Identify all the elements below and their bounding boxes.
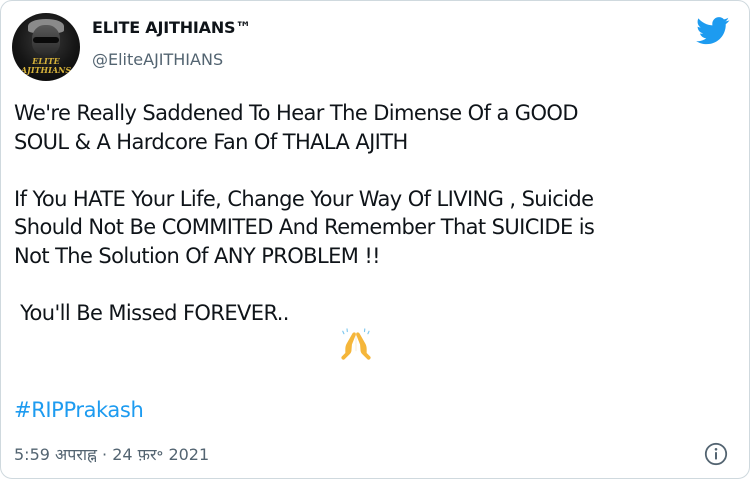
- tweet-text: We're Really Saddened To Hear The Dimens…: [14, 101, 595, 325]
- hashtag-link[interactable]: #RIPPrakash: [14, 398, 144, 422]
- avatar[interactable]: ELITE AJITHIANS: [12, 13, 80, 81]
- tweet-card[interactable]: ELITE AJITHIANS ELITE AJITHIANS™ @EliteA…: [0, 0, 750, 479]
- info-icon[interactable]: [704, 442, 728, 466]
- author-handle[interactable]: @EliteAJITHIANS: [92, 50, 223, 69]
- twitter-bird-icon[interactable]: [696, 17, 730, 45]
- avatar-glasses: [33, 37, 59, 43]
- author-display-name[interactable]: ELITE AJITHIANS™: [92, 18, 251, 37]
- tweet-timestamp[interactable]: 5:59 अपराह्न · 24 फ़र॰ 2021: [14, 443, 209, 465]
- avatar-logo-text: ELITE AJITHIANS: [20, 56, 72, 75]
- folded-hands-icon: [341, 328, 371, 360]
